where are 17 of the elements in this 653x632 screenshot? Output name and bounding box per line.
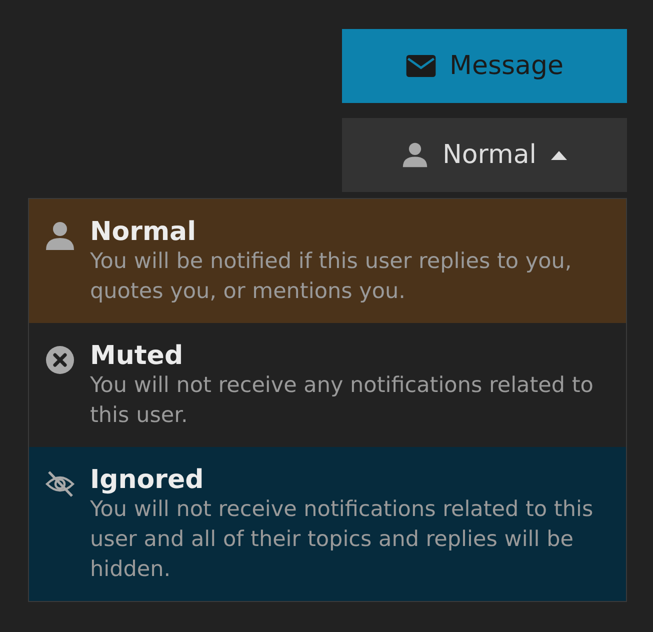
envelope-icon	[406, 55, 436, 77]
item-title: Normal	[90, 217, 197, 247]
eye-slash-icon	[45, 469, 75, 499]
notification-level-button[interactable]: Normal	[342, 118, 627, 192]
item-title: Ignored	[90, 465, 205, 495]
caret-icon	[550, 150, 567, 160]
item-description: You will be notified if this user replies to you, quotes you, or mentions you.	[90, 248, 573, 306]
message-button[interactable]: Message	[342, 29, 627, 103]
user-icon	[402, 141, 428, 169]
menu-item[interactable]: Normal You will be notified if this user replies to you, quotes you, or mentions you.	[29, 199, 626, 323]
item-description: You will not receive any notifications related to this user.	[90, 372, 594, 430]
menu-item[interactable]: Ignored You will not receive notifications related to this user and all of their topics and replies will be hidden.	[29, 447, 626, 601]
user-icon	[45, 221, 75, 251]
item-title: Muted	[90, 341, 184, 371]
item-description: You will not receive notifications related to this user and all of their topics and replies will be hidden.	[90, 496, 594, 584]
close-circle-icon	[45, 345, 75, 375]
menu-item[interactable]: Muted You will not receive any notifications related to this user.	[29, 323, 626, 447]
